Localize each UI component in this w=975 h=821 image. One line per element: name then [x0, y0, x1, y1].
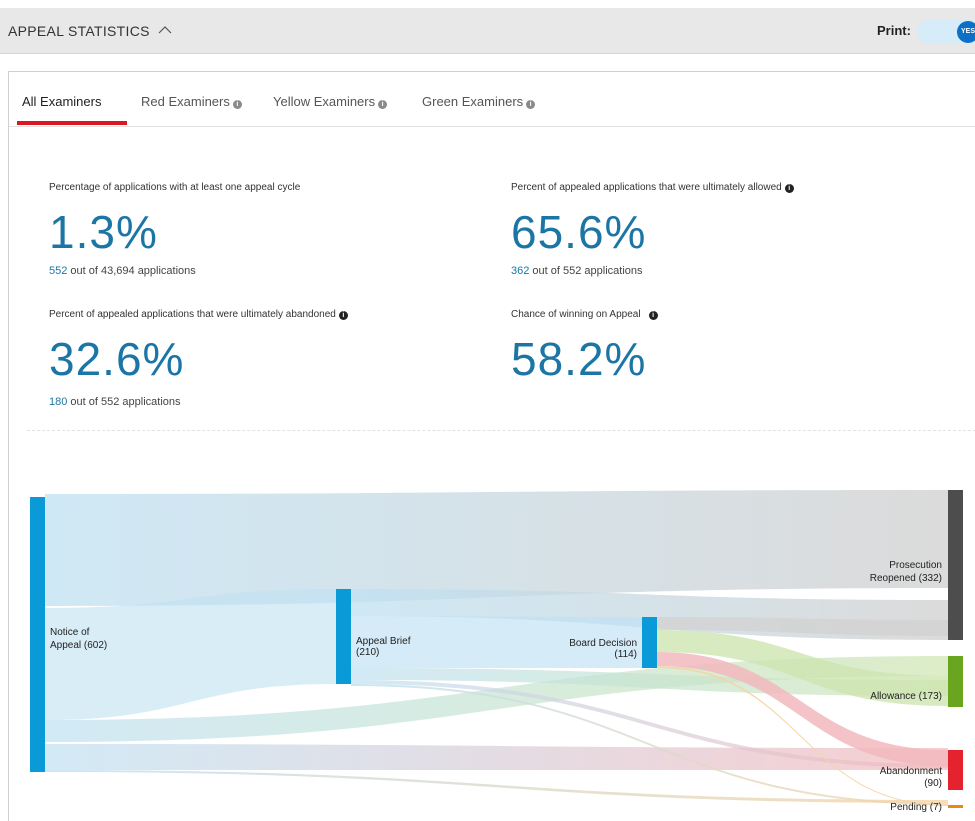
- link-notice-brief[interactable]: [45, 589, 336, 720]
- node-board-decision[interactable]: [642, 617, 657, 668]
- node-prosecution-reopened[interactable]: [948, 490, 963, 640]
- node-label: (210): [356, 647, 379, 658]
- node-label: Abandonment: [880, 766, 942, 777]
- node-label: Pending (7): [890, 802, 942, 813]
- node-label: Prosecution: [889, 560, 942, 571]
- node-appeal-brief[interactable]: [336, 589, 351, 684]
- node-pending[interactable]: [948, 805, 963, 808]
- node-label: (90): [924, 778, 942, 789]
- node-label: Board Decision: [569, 638, 637, 649]
- node-label: (114): [614, 649, 637, 660]
- node-allowance[interactable]: [948, 656, 963, 707]
- node-label: Notice of: [50, 627, 90, 638]
- appeal-sankey-diagram: Notice of Appeal (602) Appeal Brief (210…: [30, 490, 963, 813]
- node-label: Reopened (332): [870, 573, 942, 584]
- node-label: Allowance (173): [870, 691, 942, 702]
- link-notice-pending[interactable]: [45, 770, 948, 803]
- node-abandonment[interactable]: [948, 750, 963, 790]
- node-notice-of-appeal[interactable]: [30, 497, 45, 772]
- node-label: Appeal Brief: [356, 636, 411, 647]
- node-label: Appeal (602): [50, 640, 107, 651]
- link-notice-reopened[interactable]: [45, 490, 948, 606]
